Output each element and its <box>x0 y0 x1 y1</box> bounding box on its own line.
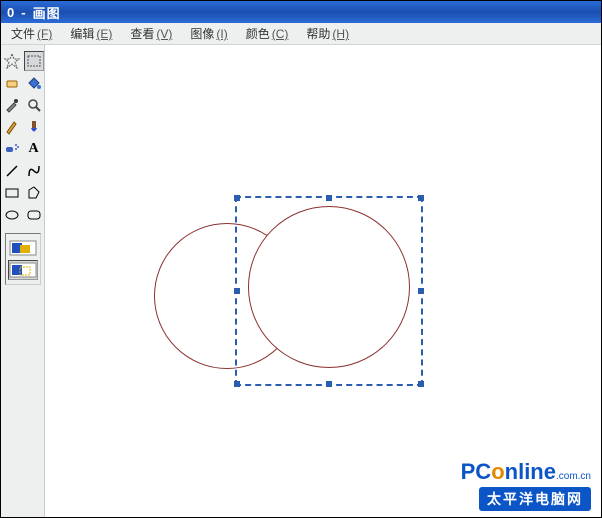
menu-colors[interactable]: 颜色(C) <box>240 23 295 44</box>
fill-icon <box>26 75 42 91</box>
pencil-icon <box>4 119 20 135</box>
text-icon: A <box>28 141 38 157</box>
selection-options <box>5 233 41 285</box>
handle-sw[interactable] <box>234 381 240 387</box>
menu-edit[interactable]: 编辑(E) <box>64 23 118 44</box>
option-transparent[interactable] <box>8 260 38 280</box>
menu-view-label: 查看 <box>130 27 154 41</box>
tool-rect-select[interactable] <box>24 51 44 71</box>
menu-image-label: 图像 <box>190 27 214 41</box>
tool-pencil[interactable] <box>2 117 22 137</box>
menu-image[interactable]: 图像(I) <box>184 23 233 44</box>
tool-picker[interactable] <box>2 95 22 115</box>
tool-eraser[interactable] <box>2 73 22 93</box>
transparent-option-icon <box>9 262 37 278</box>
tool-rounded-rect[interactable] <box>24 205 44 225</box>
tool-polygon[interactable] <box>24 183 44 203</box>
workspace: A <box>1 45 601 517</box>
ellipse-icon <box>4 207 20 223</box>
picker-icon <box>4 97 20 113</box>
tool-fill[interactable] <box>24 73 44 93</box>
menu-colors-hotkey: (C) <box>272 27 289 41</box>
handle-se[interactable] <box>418 381 424 387</box>
menu-help-label: 帮助 <box>306 27 330 41</box>
canvas-circle-2 <box>248 206 410 368</box>
option-opaque[interactable] <box>8 238 38 258</box>
polygon-icon <box>26 185 42 201</box>
rounded-rect-icon <box>26 207 42 223</box>
handle-ne[interactable] <box>418 195 424 201</box>
handle-w[interactable] <box>234 288 240 294</box>
tool-magnifier[interactable] <box>24 95 44 115</box>
handle-e[interactable] <box>418 288 424 294</box>
toolbox: A <box>1 45 45 517</box>
tool-brush[interactable] <box>24 117 44 137</box>
tool-free-form-select[interactable] <box>2 51 22 71</box>
magnifier-icon <box>26 97 42 113</box>
menu-edit-label: 编辑 <box>70 27 94 41</box>
line-icon <box>4 163 20 179</box>
opaque-option-icon <box>9 240 37 256</box>
canvas[interactable] <box>45 45 601 517</box>
eraser-icon <box>4 75 20 91</box>
menubar: 文件(F) 编辑(E) 查看(V) 图像(I) 颜色(C) 帮助(H) <box>1 23 601 45</box>
menu-edit-hotkey: (E) <box>96 27 112 41</box>
menu-file-label: 文件 <box>11 27 35 41</box>
handle-s[interactable] <box>326 381 332 387</box>
title-prefix: 0 <box>7 5 15 20</box>
star-select-icon <box>4 53 20 69</box>
tool-ellipse[interactable] <box>2 205 22 225</box>
menu-file-hotkey: (F) <box>37 27 52 41</box>
tool-text[interactable]: A <box>24 139 44 159</box>
curve-icon <box>26 163 42 179</box>
handle-n[interactable] <box>326 195 332 201</box>
menu-view-hotkey: (V) <box>156 27 172 41</box>
tool-rectangle[interactable] <box>2 183 22 203</box>
menu-colors-label: 颜色 <box>246 27 270 41</box>
tool-grid: A <box>0 49 46 227</box>
brush-icon <box>26 119 42 135</box>
menu-help[interactable]: 帮助(H) <box>300 23 355 44</box>
tool-airbrush[interactable] <box>2 139 22 159</box>
titlebar: 0 - 画图 <box>1 1 601 23</box>
menu-image-hotkey: (I) <box>216 27 227 41</box>
airbrush-icon <box>4 141 20 157</box>
menu-file[interactable]: 文件(F) <box>5 23 58 44</box>
handle-nw[interactable] <box>234 195 240 201</box>
window-title: 画图 <box>33 3 61 22</box>
tool-line[interactable] <box>2 161 22 181</box>
menu-view[interactable]: 查看(V) <box>124 23 178 44</box>
rect-select-icon <box>26 53 42 69</box>
title-sep: - <box>21 5 26 20</box>
tool-curve[interactable] <box>24 161 44 181</box>
menu-help-hotkey: (H) <box>332 27 349 41</box>
rectangle-icon <box>4 185 20 201</box>
